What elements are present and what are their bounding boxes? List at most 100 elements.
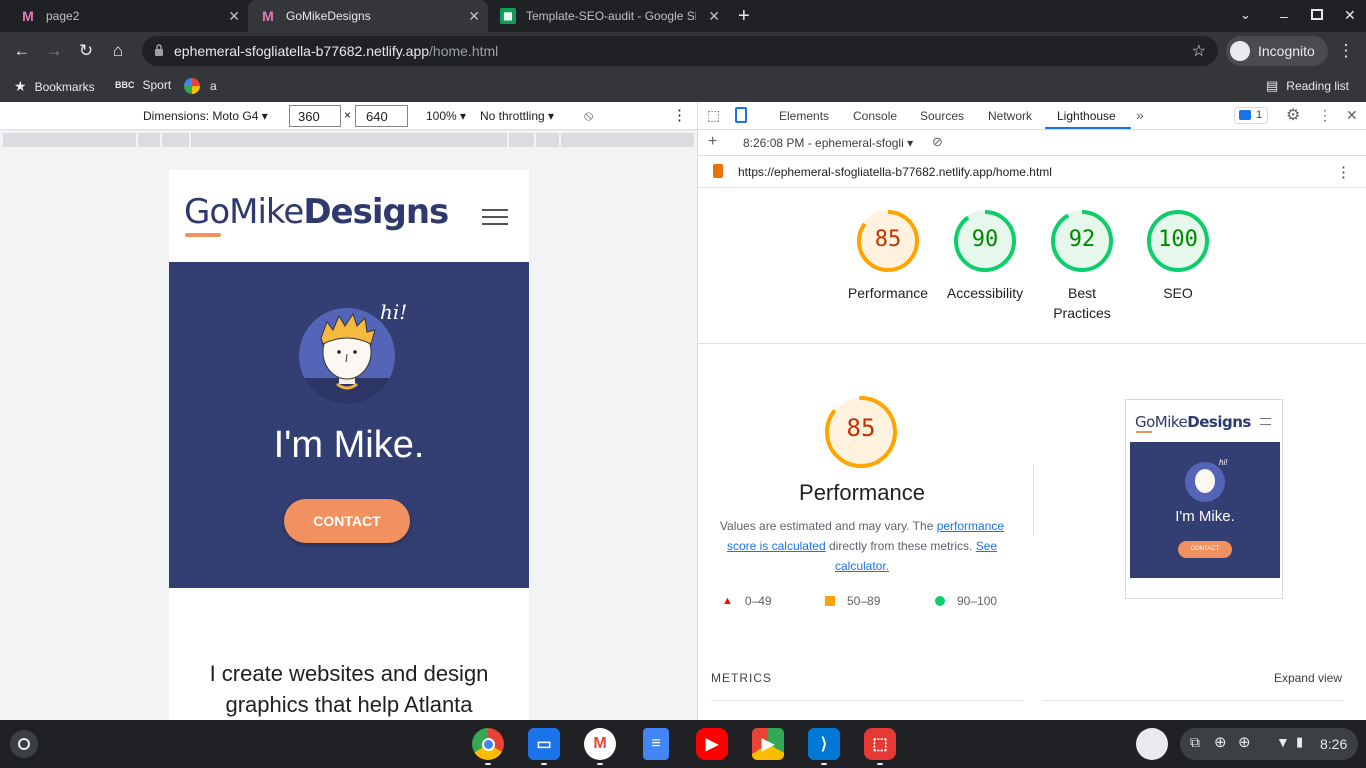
legend-fail: ▲ 0–49: [722, 594, 772, 608]
gmail-app-icon[interactable]: M: [584, 728, 616, 760]
launcher-button[interactable]: [10, 730, 38, 758]
url-path: /home.html: [429, 43, 499, 59]
thumb-logo-underline: [1136, 431, 1152, 433]
ruler-segment[interactable]: [3, 133, 136, 147]
bookmark-sport[interactable]: BBC Sport: [115, 78, 171, 92]
rotate-icon[interactable]: ⦸: [584, 107, 593, 124]
gauge-score: 100: [1158, 227, 1198, 252]
thumb-hamburger-icon: [1260, 418, 1271, 425]
chrome-app-icon[interactable]: [472, 728, 504, 760]
wifi-icon: ▼: [1276, 734, 1290, 750]
thumb-logo-gomike: GoMike: [1135, 413, 1188, 431]
reload-icon[interactable]: ↻: [74, 40, 98, 62]
launcher-icon: [18, 738, 30, 750]
thumb-hi: hi!: [1219, 458, 1228, 467]
issues-badge[interactable]: 1: [1234, 107, 1268, 124]
reading-list-button[interactable]: ▤ Reading list: [1266, 78, 1349, 94]
home-icon[interactable]: ⌂: [106, 40, 130, 62]
profile-avatar[interactable]: [1136, 728, 1168, 760]
expand-view-toggle[interactable]: Expand view: [1274, 671, 1342, 685]
tab-page2[interactable]: M page2 ✕: [8, 0, 248, 32]
bbc-icon: BBC: [115, 80, 135, 90]
report-time: 8:26:08 PM - ephemeral-sfogli: [743, 136, 904, 150]
site-logo[interactable]: GoMikeDesigns: [184, 192, 449, 232]
play-store-app-icon[interactable]: ▶: [752, 728, 784, 760]
close-tab-icon[interactable]: ✕: [708, 8, 720, 25]
youtube-app-icon[interactable]: ▶: [696, 728, 728, 760]
zoom-select[interactable]: 100% ▾: [426, 109, 466, 123]
score-gauge-accessibility[interactable]: 90 Accessibility: [935, 208, 1035, 303]
docs-app-icon[interactable]: ≡: [643, 728, 669, 760]
more-options-icon[interactable]: ⋮: [672, 106, 687, 124]
devtools-menu-icon[interactable]: ⋮: [1318, 107, 1332, 124]
lighthouse-report: 85 Performance 90 Accessibility 92 Best Pract…: [697, 188, 1366, 720]
device-toggle-icon[interactable]: [735, 107, 747, 123]
tab-elements[interactable]: Elements: [779, 109, 829, 123]
screenshot-app-icon[interactable]: ⬚: [864, 728, 896, 760]
score-gauge-seo[interactable]: 100 SEO: [1128, 208, 1228, 303]
score-gauge-performance[interactable]: 85 Performance: [838, 208, 938, 303]
status-tray[interactable]: ⧉ ⊕ ⊕ ▼ ▮ 8:26: [1180, 728, 1358, 760]
more-tabs-icon[interactable]: »: [1136, 107, 1144, 123]
files-app-icon[interactable]: ▭: [528, 728, 560, 760]
dimensions-select[interactable]: Dimensions: Moto G4 ▾: [143, 109, 268, 123]
close-tab-icon[interactable]: ✕: [468, 8, 480, 25]
height-input[interactable]: 640: [355, 105, 408, 127]
minimize-icon[interactable]: –: [1280, 8, 1288, 24]
score-gauge-best-practices[interactable]: 92 Best Practices: [1032, 208, 1132, 323]
bookmark-star-icon[interactable]: ☆: [1192, 41, 1206, 61]
dimensions-label: Dimensions: Moto G4: [143, 109, 259, 123]
hamburger-menu-icon[interactable]: [482, 209, 508, 225]
ruler-segment[interactable]: [536, 133, 559, 147]
close-devtools-icon[interactable]: ✕: [1346, 107, 1358, 124]
gauge-score: 85: [874, 227, 902, 252]
back-icon[interactable]: ←: [10, 40, 34, 62]
report-url[interactable]: https://ephemeral-sfogliatella-b77682.ne…: [738, 165, 1052, 179]
bookmarks-folder[interactable]: ★ Bookmarks: [14, 78, 95, 95]
red-triangle-icon: ▲: [722, 595, 733, 607]
bookmark-label: Bookmarks: [34, 79, 95, 94]
lock-icon: [155, 44, 163, 56]
ruler-segment[interactable]: [138, 133, 160, 147]
tab-gomikedesigns[interactable]: M GoMikeDesigns ✕: [248, 0, 488, 32]
address-bar[interactable]: ephemeral-sfogliatella-b77682.netlify.ap…: [142, 36, 1218, 66]
m-favicon-icon: M: [22, 8, 34, 24]
ruler-segment[interactable]: [561, 133, 694, 147]
new-report-icon[interactable]: +: [708, 133, 717, 151]
ruler-segment[interactable]: [162, 133, 189, 147]
upload-icon: ⊕: [1214, 734, 1227, 751]
tab-console[interactable]: Console: [853, 109, 897, 123]
settings-gear-icon[interactable]: ⚙: [1286, 105, 1300, 125]
tab-strip: M page2 ✕ M GoMikeDesigns ✕ ▦ Template-S…: [0, 0, 1366, 32]
divider: [1043, 700, 1343, 701]
report-select[interactable]: 8:26:08 PM - ephemeral-sfogli ▾: [743, 136, 913, 150]
bookmark-a[interactable]: a: [184, 78, 217, 94]
clear-icon[interactable]: ⊘: [932, 134, 943, 150]
issues-count: 1: [1256, 109, 1263, 121]
tab-template-seo-audit[interactable]: ▦ Template-SEO-audit - Google Sheets ✕: [488, 0, 728, 32]
report-menu-icon[interactable]: ⋮: [1336, 163, 1351, 181]
incognito-button[interactable]: Incognito: [1226, 36, 1328, 66]
close-tab-icon[interactable]: ✕: [228, 8, 240, 25]
tab-network[interactable]: Network: [988, 109, 1032, 123]
battery-icon: ▮: [1296, 734, 1304, 749]
ruler-segment[interactable]: [509, 133, 534, 147]
menu-icon[interactable]: ⋮: [1334, 40, 1358, 62]
orange-square-icon: [825, 596, 835, 606]
close-window-icon[interactable]: ✕: [1344, 7, 1356, 24]
running-indicator: [597, 763, 603, 765]
star-icon: ★: [14, 78, 27, 94]
tab-sources[interactable]: Sources: [920, 109, 964, 123]
tab-lighthouse[interactable]: Lighthouse: [1057, 109, 1116, 123]
tab-search-icon[interactable]: ⌄: [1240, 7, 1251, 23]
width-input[interactable]: 360: [289, 105, 341, 127]
bookmark-label: Sport: [142, 78, 172, 92]
new-tab-icon[interactable]: +: [738, 5, 750, 28]
ruler-segment[interactable]: [191, 133, 507, 147]
maximize-icon[interactable]: [1311, 9, 1323, 20]
forward-icon[interactable]: →: [42, 40, 66, 62]
vscode-app-icon[interactable]: ⟩: [808, 728, 840, 760]
throttling-select[interactable]: No throttling ▾: [480, 109, 554, 123]
contact-button[interactable]: CONTACT: [284, 499, 410, 543]
inspect-element-icon[interactable]: ⬚: [707, 107, 720, 124]
